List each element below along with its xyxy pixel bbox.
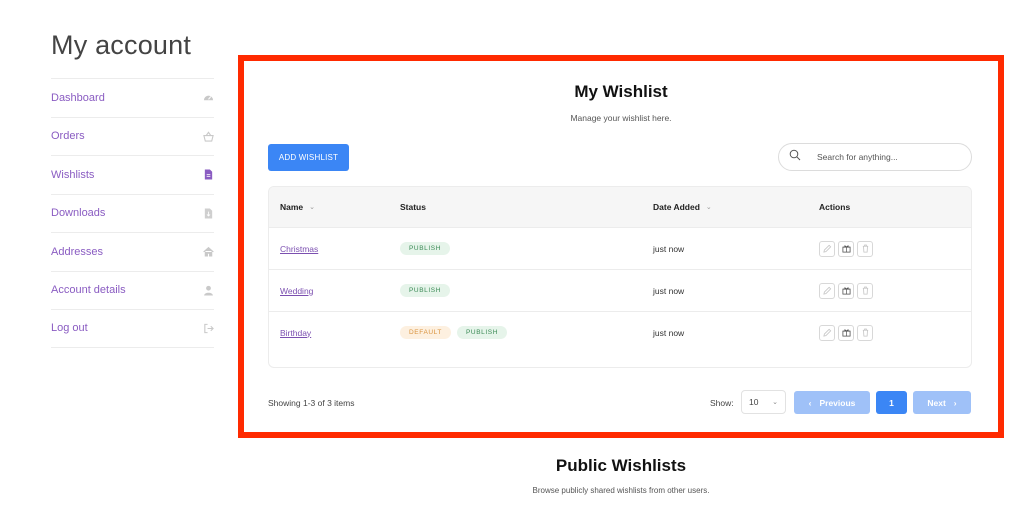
dashboard-icon	[202, 92, 214, 104]
per-page-label: Show:	[710, 398, 734, 408]
sidebar-item-label: Downloads	[51, 207, 106, 220]
search-icon	[789, 148, 801, 166]
status-badge: PUBLISH	[400, 284, 451, 297]
user-icon	[202, 284, 214, 296]
status-badge: PUBLISH	[400, 242, 451, 255]
previous-label: Previous	[819, 397, 856, 408]
status-cell: PUBLISH	[400, 242, 456, 255]
date-cell: just now	[653, 285, 685, 296]
table-row: Christmas PUBLISH just now	[269, 227, 971, 269]
date-cell: just now	[653, 327, 685, 338]
column-status-header: Status	[400, 202, 426, 212]
column-date-header[interactable]: Date Added ⌄	[653, 202, 712, 212]
sidebar-item-account-details[interactable]: Account details	[51, 270, 214, 310]
search-input[interactable]	[817, 152, 957, 162]
sidebar-item-downloads[interactable]: Downloads	[51, 193, 214, 233]
chevron-down-icon: ⌄	[705, 204, 712, 211]
status-cell: DEFAULT PUBLISH	[400, 326, 513, 339]
date-cell: just now	[653, 243, 685, 254]
gift-icon[interactable]	[838, 324, 854, 341]
column-name-header[interactable]: Name ⌄	[280, 202, 315, 212]
sidebar-item-dashboard[interactable]: Dashboard	[51, 78, 214, 117]
table-row: Wedding PUBLISH just now	[269, 269, 971, 311]
sidebar-item-wishlists[interactable]: Wishlists	[51, 155, 214, 194]
wishlist-table: Name ⌄ Status Date Added ⌄ Actions Chris…	[268, 186, 972, 368]
default-badge: DEFAULT	[400, 326, 451, 339]
wishlist-panel: My Wishlist Manage your wishlist here. A…	[238, 55, 1004, 438]
logout-icon	[202, 322, 214, 334]
row-actions	[819, 240, 873, 257]
row-actions	[819, 324, 873, 341]
basket-icon	[202, 130, 214, 142]
account-sidebar: Dashboard Orders Wishlists Downloads Add…	[51, 78, 214, 348]
chevron-left-icon: ‹	[808, 397, 812, 408]
previous-page-button[interactable]: ‹ Previous	[794, 391, 870, 414]
next-page-button[interactable]: Next ›	[913, 391, 971, 414]
wishlist-name-link[interactable]: Wedding	[280, 286, 313, 296]
sidebar-item-label: Log out	[51, 322, 88, 335]
chevron-down-icon: ⌄	[309, 204, 316, 211]
column-actions-header: Actions	[819, 202, 851, 212]
sidebar-item-orders[interactable]: Orders	[51, 116, 214, 156]
public-wishlists-subtitle: Browse publicly shared wishlists from ot…	[532, 486, 710, 495]
account-title: My account	[51, 30, 192, 60]
wishlist-name-link[interactable]: Christmas	[280, 244, 318, 254]
sidebar-item-addresses[interactable]: Addresses	[51, 232, 214, 271]
column-label: Name	[280, 202, 304, 212]
sidebar-item-label: Orders	[51, 130, 85, 143]
sidebar-item-label: Wishlists	[51, 168, 95, 181]
status-cell: PUBLISH	[400, 284, 456, 297]
file-icon	[202, 169, 214, 181]
chevron-down-icon: ⌄	[772, 399, 778, 406]
next-label: Next	[927, 397, 946, 408]
file-download-icon	[202, 207, 214, 219]
home-icon	[202, 246, 214, 258]
chevron-right-icon: ›	[953, 397, 957, 408]
wishlist-title: My Wishlist	[574, 82, 668, 101]
items-count: Showing 1-3 of 3 items	[268, 398, 355, 408]
gift-icon[interactable]	[838, 282, 854, 299]
trash-icon[interactable]	[857, 240, 873, 257]
edit-icon[interactable]	[819, 282, 835, 299]
status-badge: PUBLISH	[456, 326, 507, 339]
sidebar-item-logout[interactable]: Log out	[51, 309, 214, 348]
trash-icon[interactable]	[857, 324, 873, 341]
wishlist-name-link[interactable]: Birthday	[280, 328, 311, 338]
per-page-select[interactable]: 10 ⌄	[741, 390, 786, 414]
gift-icon[interactable]	[838, 240, 854, 257]
wishlist-subtitle: Manage your wishlist here.	[570, 113, 672, 123]
search-box	[778, 143, 972, 171]
table-header: Name ⌄ Status Date Added ⌄ Actions	[269, 187, 971, 227]
column-label: Date Added	[653, 202, 700, 212]
row-actions	[819, 282, 873, 299]
page-1-button[interactable]: 1	[876, 391, 907, 414]
trash-icon[interactable]	[857, 282, 873, 299]
add-wishlist-button[interactable]: ADD WISHLIST	[268, 144, 349, 171]
table-row: Birthday DEFAULT PUBLISH just now	[269, 311, 971, 353]
edit-icon[interactable]	[819, 324, 835, 341]
edit-icon[interactable]	[819, 240, 835, 257]
per-page-value: 10	[749, 397, 759, 407]
public-wishlists-title: Public Wishlists	[555, 456, 687, 475]
sidebar-item-label: Addresses	[51, 245, 103, 258]
sidebar-item-label: Account details	[51, 284, 126, 297]
sidebar-item-label: Dashboard	[51, 91, 105, 104]
